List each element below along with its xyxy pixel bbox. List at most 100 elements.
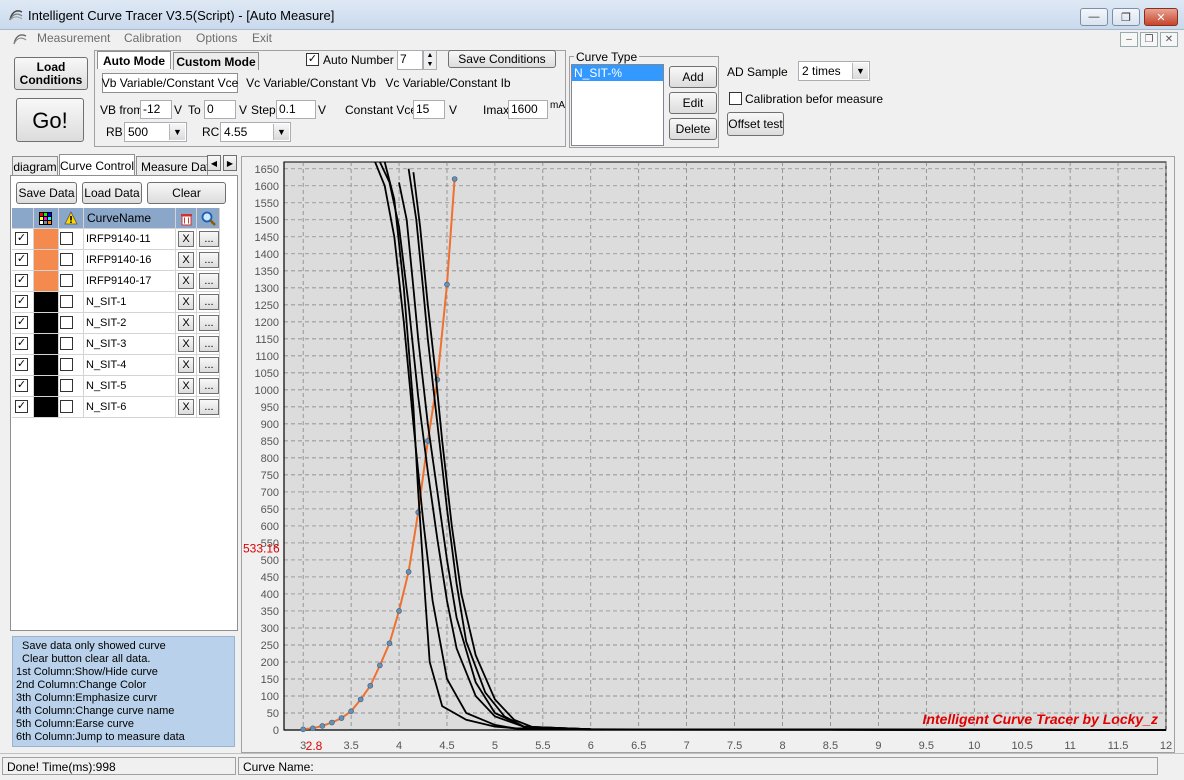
curve-color-swatch[interactable] <box>34 334 59 355</box>
curve-color-swatch[interactable] <box>34 250 59 271</box>
emphasize-curve-checkbox[interactable] <box>60 358 73 371</box>
show-curve-checkbox[interactable]: ✓ <box>15 232 28 245</box>
tab-vc-variable-ib[interactable]: Vc Variable/Constant Ib <box>385 73 510 93</box>
constant-vce-input[interactable]: 15 <box>413 100 445 119</box>
step-input[interactable]: 0.1 <box>276 100 316 119</box>
show-curve-checkbox[interactable]: ✓ <box>15 379 28 392</box>
go-button[interactable]: Go! <box>16 98 84 142</box>
curve-name-cell[interactable]: N_SIT-1 <box>84 292 176 313</box>
curve-name-cell[interactable]: N_SIT-2 <box>84 313 176 334</box>
erase-curve-button[interactable]: X <box>178 231 194 247</box>
load-conditions-button[interactable]: Load Conditions <box>14 57 88 90</box>
emphasize-curve-checkbox[interactable] <box>60 337 73 350</box>
tab-scroll-left-button[interactable]: ◀ <box>207 155 221 171</box>
ad-sample-select[interactable]: 2 times ▼ <box>798 61 870 81</box>
tab-curve-control[interactable]: Curve Control <box>59 154 135 176</box>
curve-color-swatch[interactable] <box>34 313 59 334</box>
erase-curve-button[interactable]: X <box>178 273 194 289</box>
tab-measure-data[interactable]: Measure Data <box>136 156 208 176</box>
mdi-minimize-button[interactable]: – <box>1120 32 1138 47</box>
show-curve-checkbox[interactable]: ✓ <box>15 358 28 371</box>
curve-name-cell[interactable]: IRFP9140-17 <box>84 271 176 292</box>
add-curve-type-button[interactable]: Add <box>669 66 717 88</box>
jump-to-data-button[interactable]: ... <box>199 294 219 310</box>
curve-type-list[interactable]: N_SIT-% <box>571 64 664 146</box>
show-curve-checkbox[interactable]: ✓ <box>15 316 28 329</box>
curve-color-swatch[interactable] <box>34 397 59 418</box>
jump-to-data-button[interactable]: ... <box>199 273 219 289</box>
erase-curve-button[interactable]: X <box>178 399 194 415</box>
emphasize-curve-checkbox[interactable] <box>60 274 73 287</box>
calibration-checkbox[interactable] <box>729 92 742 105</box>
tab-custom-mode[interactable]: Custom Mode <box>173 52 259 70</box>
curve-name-cell[interactable]: N_SIT-6 <box>84 397 176 418</box>
erase-curve-button[interactable]: X <box>178 294 194 310</box>
curve-color-swatch[interactable] <box>34 229 59 250</box>
tab-diagram[interactable]: diagram <box>12 156 58 176</box>
menu-calibration[interactable]: Calibration <box>124 31 181 45</box>
show-curve-checkbox[interactable]: ✓ <box>15 253 28 266</box>
erase-curve-button[interactable]: X <box>178 315 194 331</box>
menu-measurement[interactable]: Measurement <box>37 31 110 45</box>
erase-curve-button[interactable]: X <box>178 357 194 373</box>
auto-number-spinner[interactable]: ▲ ▼ <box>423 50 437 70</box>
show-curve-checkbox[interactable]: ✓ <box>15 274 28 287</box>
menu-options[interactable]: Options <box>196 31 237 45</box>
curve-type-item[interactable]: N_SIT-% <box>572 65 663 81</box>
close-button[interactable]: ✕ <box>1144 8 1178 26</box>
tab-vb-variable[interactable]: Vb Variable/Constant Vce <box>102 73 238 93</box>
tab-auto-mode[interactable]: Auto Mode <box>97 51 171 69</box>
jump-to-data-button[interactable]: ... <box>199 357 219 373</box>
curve-color-swatch[interactable] <box>34 271 59 292</box>
minimize-button[interactable]: — <box>1080 8 1108 26</box>
mdi-restore-button[interactable]: ❐ <box>1140 32 1158 47</box>
curve-name-cell[interactable]: N_SIT-4 <box>84 355 176 376</box>
auto-number-checkbox[interactable]: ✓ <box>306 53 319 66</box>
emphasize-curve-checkbox[interactable] <box>60 295 73 308</box>
vb-from-input[interactable]: -12 <box>140 100 172 119</box>
emphasize-curve-checkbox[interactable] <box>60 232 73 245</box>
curve-name-cell[interactable]: N_SIT-3 <box>84 334 176 355</box>
jump-to-data-button[interactable]: ... <box>199 252 219 268</box>
show-curve-checkbox[interactable]: ✓ <box>15 295 28 308</box>
maximize-button[interactable]: ❐ <box>1112 8 1140 26</box>
tab-scroll-right-button[interactable]: ▶ <box>223 155 237 171</box>
delete-curve-type-button[interactable]: Delete <box>669 118 717 140</box>
curve-color-swatch[interactable] <box>34 292 59 313</box>
curve-name-cell[interactable]: N_SIT-5 <box>84 376 176 397</box>
rb-select[interactable]: 500 ▼ <box>124 122 187 142</box>
clear-button[interactable]: Clear <box>147 182 226 204</box>
curve-chart[interactable]: 3 3.5 4 4.5 5 5.5 6 6.5 7 7.5 8 8.5 9 9.5 10 10.5 11 11.5… <box>241 156 1175 753</box>
jump-to-data-button[interactable]: ... <box>199 399 219 415</box>
show-curve-checkbox[interactable]: ✓ <box>15 337 28 350</box>
mdi-close-button[interactable]: ✕ <box>1160 32 1178 47</box>
tab-vc-variable-vb[interactable]: Vc Variable/Constant Vb <box>246 73 376 93</box>
edit-curve-type-button[interactable]: Edit <box>669 92 717 114</box>
erase-curve-button[interactable]: X <box>178 336 194 352</box>
erase-curve-button[interactable]: X <box>178 378 194 394</box>
show-curve-checkbox[interactable]: ✓ <box>15 400 28 413</box>
curve-name-cell[interactable]: IRFP9140-16 <box>84 250 176 271</box>
emphasize-curve-checkbox[interactable] <box>60 379 73 392</box>
save-data-button[interactable]: Save Data <box>16 182 77 204</box>
emphasize-curve-checkbox[interactable] <box>60 316 73 329</box>
menu-exit[interactable]: Exit <box>252 31 272 45</box>
curve-color-swatch[interactable] <box>34 355 59 376</box>
imax-input[interactable]: 1600 <box>508 100 548 119</box>
emphasize-curve-checkbox[interactable] <box>60 253 73 266</box>
auto-number-input[interactable]: 7 <box>397 50 423 70</box>
jump-to-data-button[interactable]: ... <box>199 336 219 352</box>
emphasize-curve-checkbox[interactable] <box>60 400 73 413</box>
load-data-button[interactable]: Load Data <box>82 182 142 204</box>
save-conditions-button[interactable]: Save Conditions <box>448 50 556 68</box>
to-input[interactable]: 0 <box>204 100 236 119</box>
jump-to-data-button[interactable]: ... <box>199 231 219 247</box>
jump-to-data-button[interactable]: ... <box>199 315 219 331</box>
app-menu-icon[interactable] <box>12 31 28 47</box>
rc-select[interactable]: 4.55 ▼ <box>220 122 291 142</box>
curve-color-swatch[interactable] <box>34 376 59 397</box>
offset-test-button[interactable]: Offset test <box>727 112 784 136</box>
erase-curve-button[interactable]: X <box>178 252 194 268</box>
curve-name-cell[interactable]: IRFP9140-11 <box>84 229 176 250</box>
jump-to-data-button[interactable]: ... <box>199 378 219 394</box>
